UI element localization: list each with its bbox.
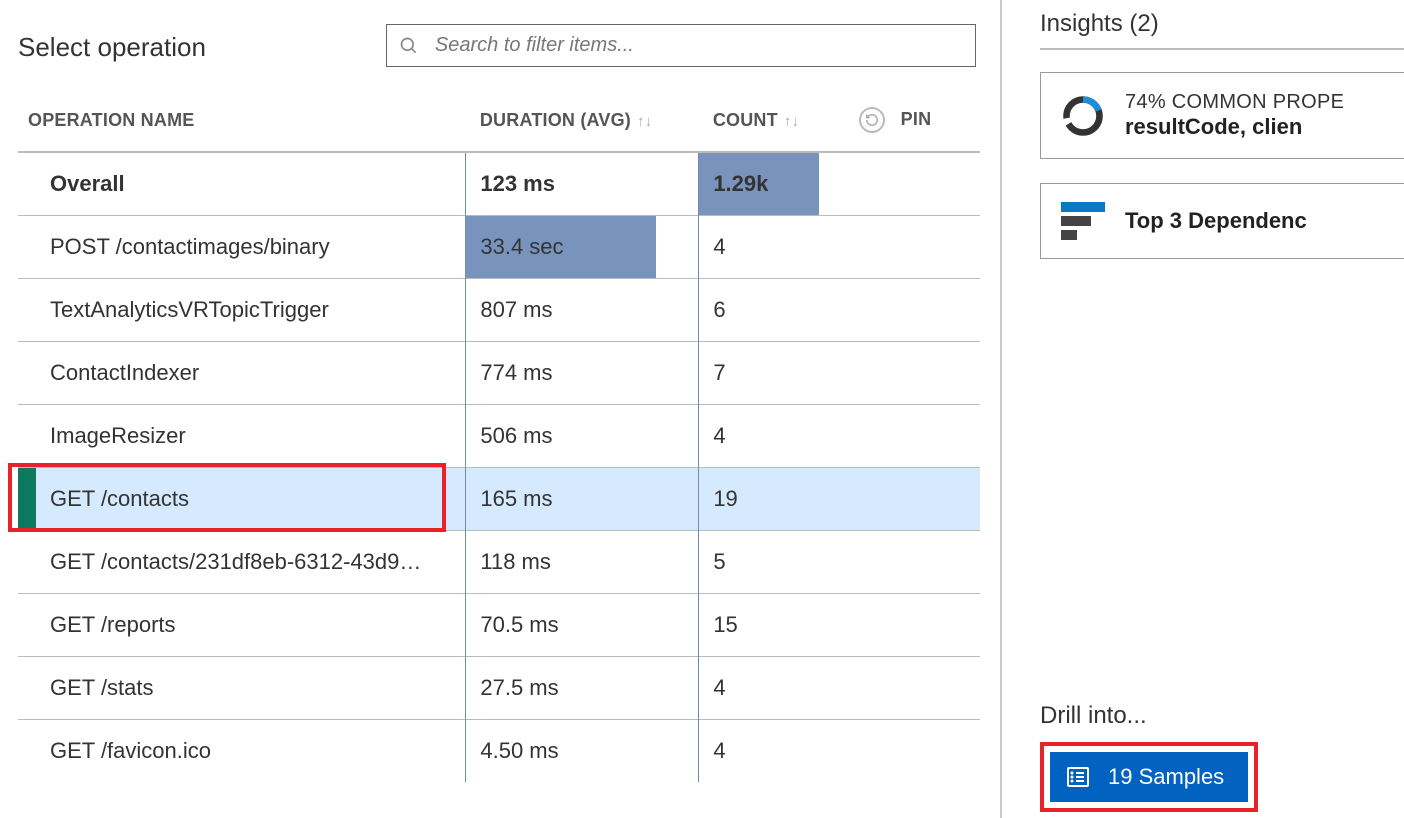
search-input[interactable] xyxy=(433,33,963,58)
duration-value: 807 ms xyxy=(480,297,552,322)
table-row[interactable]: GET /contacts/231df8eb-6312-43d9… 118 ms 5 xyxy=(18,530,980,593)
insight-card-line1: 74% COMMON PROPE xyxy=(1125,91,1344,114)
count-value: 15 xyxy=(713,612,737,637)
insight-card-line2: Top 3 Dependenc xyxy=(1125,208,1307,234)
duration-value: 4.50 ms xyxy=(480,738,558,763)
reset-icon[interactable] xyxy=(859,107,885,133)
operation-name: GET /favicon.ico xyxy=(50,738,211,763)
count-value: 4 xyxy=(713,423,725,448)
insights-title: Insights (2) xyxy=(1040,10,1404,50)
bar-chart-icon xyxy=(1061,202,1105,240)
list-icon xyxy=(1066,765,1090,789)
duration-value: 27.5 ms xyxy=(480,675,558,700)
table-row[interactable]: GET /contacts 165 ms 19 xyxy=(18,467,980,530)
duration-value: 774 ms xyxy=(480,360,552,385)
operation-name: Overall xyxy=(50,171,125,196)
duration-value: 506 ms xyxy=(480,423,552,448)
duration-value: 70.5 ms xyxy=(480,612,558,637)
count-value: 19 xyxy=(713,486,737,511)
table-row[interactable]: GET /stats 27.5 ms 4 xyxy=(18,656,980,719)
samples-button[interactable]: 19 Samples xyxy=(1050,752,1248,802)
insight-card-common-properties[interactable]: 74% COMMON PROPE resultCode, clien xyxy=(1040,72,1404,159)
operation-name: GET /stats xyxy=(50,675,154,700)
table-row[interactable]: POST /contactimages/binary 33.4 sec 4 xyxy=(18,215,980,278)
operation-name: GET /reports xyxy=(50,612,176,637)
sort-icon[interactable]: ↑↓ xyxy=(784,113,799,130)
page-title: Select operation xyxy=(18,32,206,63)
table-row[interactable]: ContactIndexer 774 ms 7 xyxy=(18,341,980,404)
duration-value: 33.4 sec xyxy=(480,234,563,259)
table-row[interactable]: GET /favicon.ico 4.50 ms 4 xyxy=(18,719,980,782)
selection-indicator xyxy=(18,468,36,530)
col-pin[interactable]: PIN xyxy=(859,107,980,152)
col-duration[interactable]: DURATION (AVG)↑↓ xyxy=(466,107,699,152)
count-value: 6 xyxy=(713,297,725,322)
donut-icon xyxy=(1061,94,1105,138)
operation-name: POST /contactimages/binary xyxy=(50,234,330,259)
count-value: 4 xyxy=(713,738,725,763)
count-value: 7 xyxy=(713,360,725,385)
search-box[interactable] xyxy=(386,24,976,67)
table-row[interactable]: ImageResizer 506 ms 4 xyxy=(18,404,980,467)
count-value: 4 xyxy=(713,675,725,700)
table-row[interactable]: TextAnalyticsVRTopicTrigger 807 ms 6 xyxy=(18,278,980,341)
highlight-samples-button: 19 Samples xyxy=(1040,742,1258,812)
duration-value: 118 ms xyxy=(480,549,551,574)
operation-name: TextAnalyticsVRTopicTrigger xyxy=(50,297,329,322)
operation-name: ImageResizer xyxy=(50,423,186,448)
search-icon xyxy=(399,36,419,56)
insight-card-top-dependencies[interactable]: Top 3 Dependenc xyxy=(1040,183,1404,259)
count-value: 1.29k xyxy=(713,171,768,196)
insight-card-line2: resultCode, clien xyxy=(1125,114,1344,140)
count-value: 5 xyxy=(713,549,725,574)
table-row[interactable]: Overall 123 ms 1.29k xyxy=(18,152,980,215)
duration-value: 165 ms xyxy=(480,486,552,511)
duration-value: 123 ms xyxy=(480,171,555,196)
operation-name: GET /contacts/231df8eb-6312-43d9… xyxy=(50,549,421,574)
operation-name: GET /contacts xyxy=(50,486,189,511)
col-count[interactable]: COUNT↑↓ xyxy=(699,107,860,152)
operations-table: OPERATION NAME DURATION (AVG)↑↓ COUNT↑↓ … xyxy=(18,107,980,782)
samples-button-label: 19 Samples xyxy=(1108,764,1224,790)
count-value: 4 xyxy=(713,234,725,259)
col-operation-name[interactable]: OPERATION NAME xyxy=(18,107,466,152)
table-row[interactable]: GET /reports 70.5 ms 15 xyxy=(18,593,980,656)
drill-into-label: Drill into... xyxy=(1040,702,1147,730)
operation-name: ContactIndexer xyxy=(50,360,199,385)
sort-icon[interactable]: ↑↓ xyxy=(637,113,652,130)
